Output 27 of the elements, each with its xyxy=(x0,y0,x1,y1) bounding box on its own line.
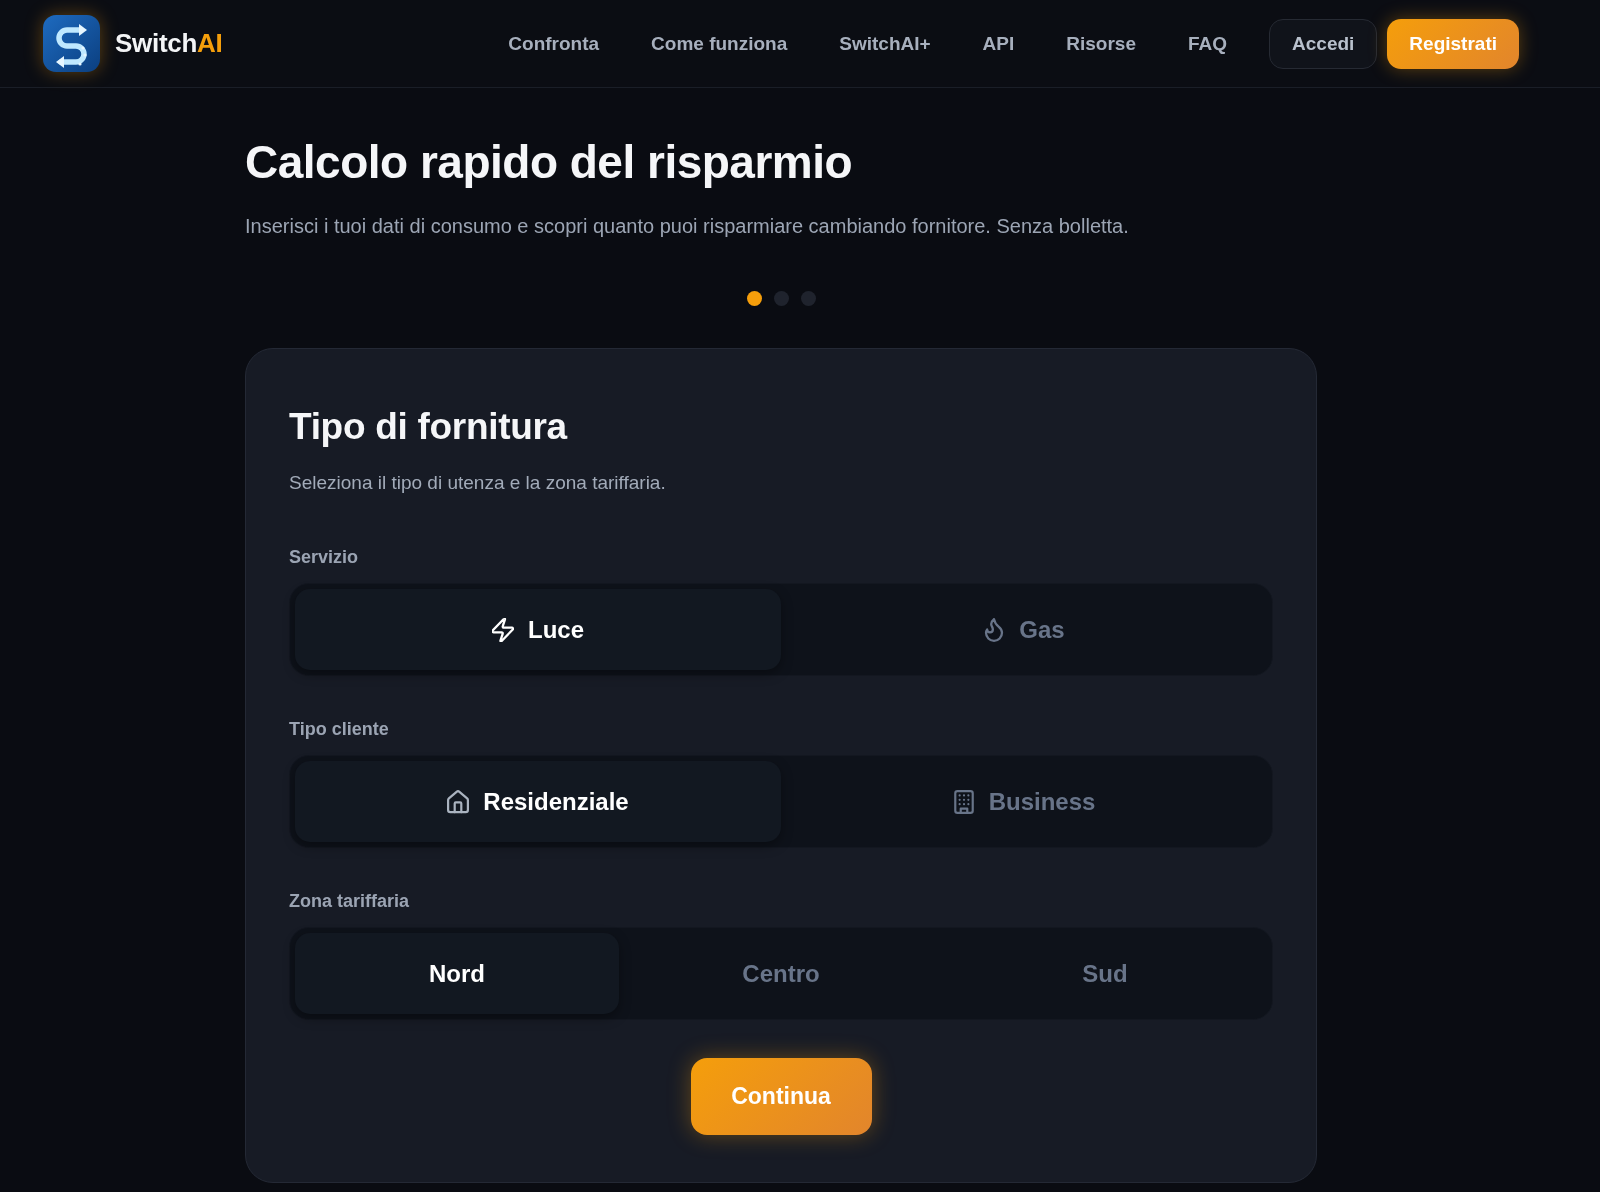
app-logo-icon[interactable] xyxy=(43,15,100,72)
field-label: Servizio xyxy=(289,546,360,569)
page-subtitle: Inserisci i tuoi dati di consumo e scopri quanto puoi risparmiare cambiando fornitore. Senza bolletta. xyxy=(245,214,1130,239)
segment-option[interactable]: Gas xyxy=(781,589,1267,670)
segment-option[interactable]: Business xyxy=(781,761,1267,842)
flame-icon xyxy=(983,617,1006,642)
nav-link[interactable]: FAQ xyxy=(1188,32,1228,55)
segment-option[interactable]: Sud xyxy=(943,933,1267,1014)
field-label: Zona tariffaria xyxy=(289,890,411,913)
card-subtitle: Seleziona il tipo di utenza e la zona tariffaria. xyxy=(289,471,667,495)
segment-option[interactable]: Nord xyxy=(295,933,619,1014)
segment-option[interactable]: Residenziale xyxy=(295,761,781,842)
lightning-bolt-icon xyxy=(492,617,514,642)
house-icon xyxy=(447,789,470,814)
page-title: Calcolo rapido del risparmio xyxy=(245,135,854,190)
brand-name: SwitchAI xyxy=(115,28,223,59)
segment-option[interactable]: Luce xyxy=(295,589,781,670)
card-title: Tipo di fornitura xyxy=(289,405,569,449)
nav-link[interactable]: Come funziona xyxy=(651,32,788,55)
building-icon xyxy=(952,789,975,814)
nav-link[interactable]: Risorse xyxy=(1066,32,1136,55)
segment-option[interactable]: Centro xyxy=(619,933,943,1014)
nav-link[interactable]: Confronta xyxy=(508,32,600,55)
login-button[interactable]: Accedi xyxy=(1269,18,1378,69)
field-label: Tipo cliente xyxy=(289,718,390,741)
nav-link[interactable]: SwitchAI+ xyxy=(839,32,931,55)
nav-link[interactable]: API xyxy=(982,32,1015,55)
